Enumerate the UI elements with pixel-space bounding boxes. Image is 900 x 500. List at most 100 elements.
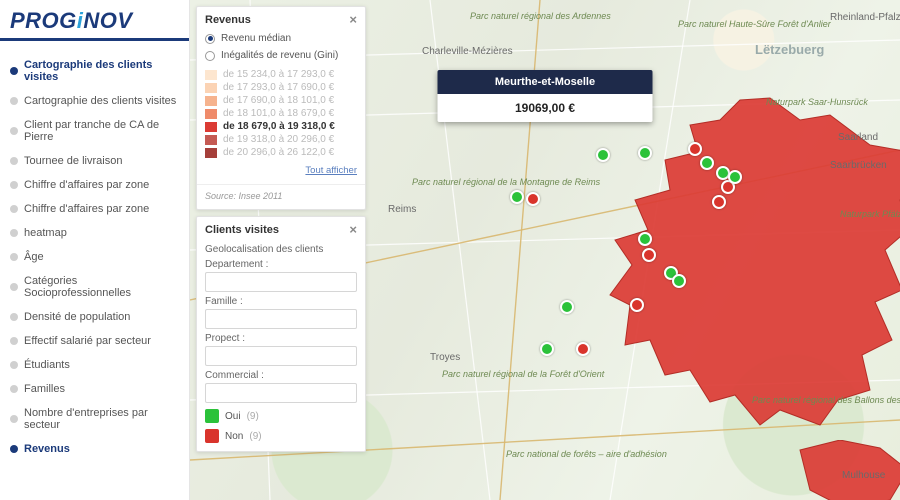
legend-row-5[interactable]: de 19 318,0 à 20 296,0 € [205, 133, 357, 146]
yes-count: (9) [247, 411, 259, 422]
radio-revenu-median[interactable]: Revenu médian [205, 30, 357, 47]
map-marker-green[interactable] [560, 300, 574, 314]
sidebar-item-12[interactable]: Familles [0, 377, 189, 401]
map-marker-green[interactable] [700, 156, 714, 170]
map-area[interactable]: Lëtzebuerg Rheinland-Pfalz Saarland Saar… [190, 0, 900, 500]
source-text: Source: Insee 2011 [197, 184, 365, 209]
sidebar-item-11[interactable]: Étudiants [0, 353, 189, 377]
sidebar-item-label: Effectif salarié par secteur [24, 335, 151, 347]
legend-row-4[interactable]: de 18 679,0 à 19 318,0 € [205, 120, 357, 133]
panel-stack: Revenus × Revenu médian Inégalités de re… [196, 6, 366, 458]
legend-label: de 19 318,0 à 20 296,0 € [223, 134, 334, 145]
popup-value: 19069,00 € [438, 94, 653, 122]
dot-icon [10, 385, 18, 393]
dot-icon [10, 97, 18, 105]
map-marker-green[interactable] [540, 342, 554, 356]
legend-row-1[interactable]: de 17 293,0 à 17 690,0 € [205, 81, 357, 94]
legend-label: de 18 101,0 à 18 679,0 € [223, 108, 334, 119]
sidebar-nav: Cartographie des clients visites Cartogra… [0, 41, 189, 461]
sidebar: PROGiNOV Cartographie des clients visite… [0, 0, 190, 500]
map-marker-red[interactable] [630, 298, 644, 312]
swatch-icon [205, 109, 217, 119]
sidebar-item-7[interactable]: Âge [0, 245, 189, 269]
legend-yes[interactable]: Oui (9) [205, 409, 357, 423]
legend-no[interactable]: Non (9) [205, 429, 357, 443]
swatch-icon [205, 96, 217, 106]
dot-icon [10, 445, 18, 453]
sidebar-item-label: Cartographie des clients visites [24, 59, 179, 83]
sidebar-item-label: Client par tranche de CA de Pierre [24, 119, 179, 143]
panel-revenus: Revenus × Revenu médian Inégalités de re… [196, 6, 366, 210]
map-marker-green[interactable] [596, 148, 610, 162]
sidebar-item-2[interactable]: Client par tranche de CA de Pierre [0, 113, 189, 149]
sidebar-item-6[interactable]: heatmap [0, 221, 189, 245]
dot-icon [10, 283, 18, 291]
radio-icon [205, 34, 215, 44]
popup-title: Meurthe-et-Moselle [438, 70, 653, 94]
dot-icon [10, 415, 18, 423]
map-marker-red[interactable] [642, 248, 656, 262]
legend-row-0[interactable]: de 15 234,0 à 17 293,0 € [205, 68, 357, 81]
logo-text: PROGiNOV [10, 8, 133, 33]
sidebar-item-label: Âge [24, 251, 44, 263]
legend-label: de 20 296,0 à 26 122,0 € [223, 147, 334, 158]
sidebar-item-14[interactable]: Revenus [0, 437, 189, 461]
sidebar-item-10[interactable]: Effectif salarié par secteur [0, 329, 189, 353]
field-input-2[interactable] [205, 346, 357, 366]
dot-icon [10, 229, 18, 237]
show-all-link[interactable]: Tout afficher [305, 165, 357, 176]
map-marker-green[interactable] [672, 274, 686, 288]
dot-icon [10, 127, 18, 135]
sidebar-item-label: Densité de population [24, 311, 130, 323]
sidebar-item-3[interactable]: Tournee de livraison [0, 149, 189, 173]
legend-label: de 15 234,0 à 17 293,0 € [223, 69, 334, 80]
close-icon[interactable]: × [349, 13, 357, 26]
map-marker-green[interactable] [638, 146, 652, 160]
sidebar-item-label: Revenus [24, 443, 70, 455]
field-input-0[interactable] [205, 272, 357, 292]
field-input-1[interactable] [205, 309, 357, 329]
field-label-0: Departement : [205, 259, 357, 270]
fields: Departement :Famille :Propect :Commercia… [205, 259, 357, 403]
map-marker-green[interactable] [638, 232, 652, 246]
close-icon[interactable]: × [349, 223, 357, 236]
sidebar-item-label: Cartographie des clients visites [24, 95, 176, 107]
map-marker-red[interactable] [576, 342, 590, 356]
sidebar-item-label: Tournee de livraison [24, 155, 122, 167]
region-highlight-south[interactable] [790, 440, 900, 500]
swatch-red [205, 429, 219, 443]
dot-icon [10, 337, 18, 345]
legend-row-6[interactable]: de 20 296,0 à 26 122,0 € [205, 146, 357, 159]
radio-gini[interactable]: Inégalités de revenu (Gini) [205, 47, 357, 64]
sidebar-item-13[interactable]: Nombre d'entreprises par secteur [0, 401, 189, 437]
logo-right: NOV [83, 8, 132, 33]
map-marker-green[interactable] [510, 190, 524, 204]
map-marker-red[interactable] [688, 142, 702, 156]
map-marker-green[interactable] [728, 170, 742, 184]
sidebar-item-9[interactable]: Densité de population [0, 305, 189, 329]
app-root: PROGiNOV Cartographie des clients visite… [0, 0, 900, 500]
dot-icon [10, 313, 18, 321]
legend-label: de 17 293,0 à 17 690,0 € [223, 82, 334, 93]
sidebar-item-8[interactable]: Catégories Socioprofessionnelles [0, 269, 189, 305]
sidebar-item-label: Familles [24, 383, 65, 395]
legend: de 15 234,0 à 17 293,0 € de 17 293,0 à 17… [205, 68, 357, 159]
sidebar-item-label: Nombre d'entreprises par secteur [24, 407, 179, 431]
dot-icon [10, 181, 18, 189]
field-input-3[interactable] [205, 383, 357, 403]
map-marker-red[interactable] [712, 195, 726, 209]
sidebar-item-label: Chiffre d'affaires par zone [24, 203, 149, 215]
sidebar-item-0[interactable]: Cartographie des clients visites [0, 53, 189, 89]
sidebar-item-5[interactable]: Chiffre d'affaires par zone [0, 197, 189, 221]
sidebar-item-1[interactable]: Cartographie des clients visites [0, 89, 189, 113]
legend-row-3[interactable]: de 18 101,0 à 18 679,0 € [205, 107, 357, 120]
sidebar-item-4[interactable]: Chiffre d'affaires par zone [0, 173, 189, 197]
region-highlight[interactable] [570, 90, 900, 430]
field-label-1: Famille : [205, 296, 357, 307]
legend-row-2[interactable]: de 17 690,0 à 18 101,0 € [205, 94, 357, 107]
swatch-icon [205, 70, 217, 80]
map-marker-red[interactable] [526, 192, 540, 206]
radio-label: Inégalités de revenu (Gini) [221, 50, 338, 61]
swatch-icon [205, 148, 217, 158]
region-popup[interactable]: Meurthe-et-Moselle 19069,00 € [438, 70, 653, 122]
